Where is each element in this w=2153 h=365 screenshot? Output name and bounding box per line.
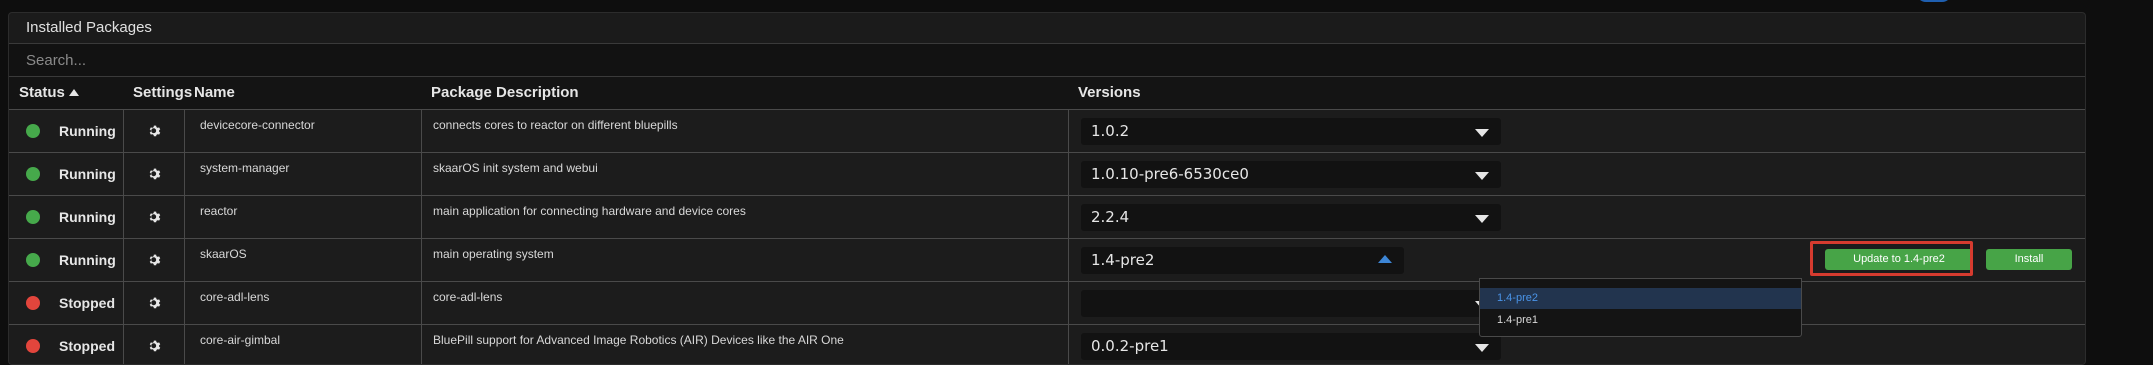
name-cell: system-manager bbox=[184, 153, 421, 195]
version-select[interactable]: 1.0.2 bbox=[1081, 118, 1501, 145]
status-dot bbox=[26, 124, 40, 138]
version-value: 0.0.2-pre1 bbox=[1091, 337, 1169, 355]
status-cell: Stopped bbox=[9, 325, 123, 364]
version-select[interactable]: 2.2.4 bbox=[1081, 204, 1501, 231]
status-dot bbox=[26, 296, 40, 310]
settings-cell bbox=[123, 239, 184, 281]
version-select[interactable]: 0.0.2-pre1 bbox=[1081, 333, 1501, 360]
column-settings: Settings bbox=[133, 84, 193, 101]
status-cell: Running bbox=[9, 110, 123, 152]
table-row: Running skaarOS main operating system 1.… bbox=[9, 239, 2085, 282]
description-cell: core-adl-lens bbox=[421, 282, 1068, 324]
description-cell: main operating system bbox=[421, 239, 1068, 281]
settings-cell bbox=[123, 325, 184, 364]
package-description: skaarOS init system and webui bbox=[433, 161, 598, 175]
name-cell: devicecore-connector bbox=[184, 110, 421, 152]
name-cell: skaarOS bbox=[184, 239, 421, 281]
version-value: 1.4-pre2 bbox=[1091, 251, 1155, 269]
versions-cell: 2.2.4 bbox=[1068, 196, 2085, 238]
status-dot bbox=[26, 210, 40, 224]
column-description: Package Description bbox=[431, 84, 579, 101]
chevron-down-icon bbox=[1475, 172, 1489, 180]
package-description: main application for connecting hardware… bbox=[433, 204, 746, 218]
gear-icon[interactable] bbox=[148, 253, 162, 267]
package-name: devicecore-connector bbox=[200, 118, 315, 132]
table-row: Running system-manager skaarOS init syst… bbox=[9, 153, 2085, 196]
description-cell: connects cores to reactor on different b… bbox=[421, 110, 1068, 152]
status-label: Stopped bbox=[59, 338, 115, 354]
settings-cell bbox=[123, 282, 184, 324]
panel-title: Installed Packages bbox=[9, 13, 2085, 44]
search-bar bbox=[9, 44, 2085, 77]
dropdown-option[interactable]: 1.4-pre1 bbox=[1480, 310, 1801, 331]
status-label: Running bbox=[59, 209, 116, 225]
gear-icon[interactable] bbox=[148, 167, 162, 181]
status-dot bbox=[26, 253, 40, 267]
version-value: 1.0.2 bbox=[1091, 122, 1130, 140]
version-dropdown-menu: 1.4-pre2 1.4-pre1 bbox=[1479, 278, 1802, 337]
status-label: Running bbox=[59, 123, 116, 139]
top-corner-widget bbox=[1916, 0, 1952, 2]
chevron-down-icon bbox=[1475, 344, 1489, 352]
gear-icon[interactable] bbox=[148, 339, 162, 353]
table-row: Running reactor main application for con… bbox=[9, 196, 2085, 239]
description-cell: BluePill support for Advanced Image Robo… bbox=[421, 325, 1068, 364]
update-button[interactable]: Update to 1.4-pre2 bbox=[1825, 249, 1973, 270]
gear-icon[interactable] bbox=[148, 124, 162, 138]
package-name: reactor bbox=[200, 204, 238, 218]
status-dot bbox=[26, 339, 40, 353]
column-status-label: Status bbox=[19, 84, 65, 101]
package-name: system-manager bbox=[200, 161, 290, 175]
sort-ascending-icon bbox=[68, 89, 79, 96]
chevron-up-icon bbox=[1378, 255, 1392, 263]
gear-icon[interactable] bbox=[148, 296, 162, 310]
dropdown-option[interactable]: 1.4-pre2 bbox=[1480, 288, 1801, 309]
status-label: Stopped bbox=[59, 295, 115, 311]
settings-cell bbox=[123, 196, 184, 238]
column-name: Name bbox=[194, 84, 235, 101]
status-cell: Running bbox=[9, 196, 123, 238]
status-cell: Stopped bbox=[9, 282, 123, 324]
install-button[interactable]: Install bbox=[1986, 249, 2072, 270]
status-label: Running bbox=[59, 166, 116, 182]
table-row: Running devicecore-connector connects co… bbox=[9, 110, 2085, 153]
version-value: 1.0.10-pre6-6530ce0 bbox=[1091, 165, 1249, 183]
name-cell: core-air-gimbal bbox=[184, 325, 421, 364]
column-status[interactable]: Status bbox=[19, 77, 79, 109]
status-dot bbox=[26, 167, 40, 181]
description-cell: skaarOS init system and webui bbox=[421, 153, 1068, 195]
name-cell: core-adl-lens bbox=[184, 282, 421, 324]
table-header: Status Settings Name Package Description… bbox=[9, 77, 2085, 110]
description-cell: main application for connecting hardware… bbox=[421, 196, 1068, 238]
version-value: 2.2.4 bbox=[1091, 208, 1130, 226]
package-description: BluePill support for Advanced Image Robo… bbox=[433, 333, 844, 347]
chevron-down-icon bbox=[1475, 129, 1489, 137]
gear-icon[interactable] bbox=[148, 210, 162, 224]
package-name: skaarOS bbox=[200, 247, 247, 261]
status-cell: Running bbox=[9, 239, 123, 281]
version-select[interactable]: 1.0.10-pre6-6530ce0 bbox=[1081, 161, 1501, 188]
name-cell: reactor bbox=[184, 196, 421, 238]
version-select-open[interactable]: 1.4-pre2 bbox=[1081, 247, 1404, 274]
versions-cell: 1.0.10-pre6-6530ce0 bbox=[1068, 153, 2085, 195]
chevron-down-icon bbox=[1475, 215, 1489, 223]
package-description: main operating system bbox=[433, 247, 554, 261]
package-description: core-adl-lens bbox=[433, 290, 503, 304]
versions-cell: 1.4-pre2 Update to 1.4-pre2 Install bbox=[1068, 239, 2085, 281]
status-label: Running bbox=[59, 252, 116, 268]
search-input[interactable] bbox=[9, 44, 2085, 76]
settings-cell bbox=[123, 110, 184, 152]
package-name: core-air-gimbal bbox=[200, 333, 281, 347]
package-name: core-adl-lens bbox=[200, 290, 270, 304]
status-cell: Running bbox=[9, 153, 123, 195]
package-description: connects cores to reactor on different b… bbox=[433, 118, 678, 132]
versions-cell: 1.0.2 bbox=[1068, 110, 2085, 152]
settings-cell bbox=[123, 153, 184, 195]
version-select[interactable] bbox=[1081, 290, 1501, 317]
column-versions: Versions bbox=[1078, 84, 1141, 101]
